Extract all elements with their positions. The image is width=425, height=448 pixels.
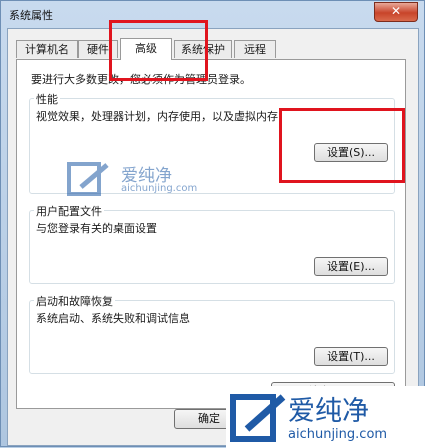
- tab-label: 计算机名: [25, 43, 69, 56]
- startup-recovery-group: 启动和故障恢复 系统启动、系统失败和调试信息 设置(T)...: [29, 293, 395, 374]
- user-profiles-desc: 与您登录有关的桌面设置: [36, 222, 157, 235]
- watermark-center: 爱纯净 aichunjing.com: [67, 161, 217, 201]
- user-profiles-title: 用户配置文件: [34, 203, 104, 219]
- watermark-center-url: aichunjing.com: [121, 183, 198, 194]
- performance-desc: 视觉效果，处理器计划，内存使用，以及虚拟内存: [36, 110, 278, 123]
- close-button[interactable]: ✕: [374, 2, 418, 22]
- startup-recovery-settings-button[interactable]: 设置(T)...: [314, 347, 388, 366]
- dialog-client-area: 计算机名 硬件 高级 系统保护 远程 要进行大多数更改，您必须作为管理员登录。 …: [7, 28, 419, 446]
- watermark-logo-icon: [67, 162, 109, 196]
- settings-button-highlight: [279, 108, 405, 183]
- user-profiles-settings-button[interactable]: 设置(E)...: [314, 257, 388, 276]
- watermark-corner: 爱纯净 aichunjing.com: [226, 386, 425, 448]
- watermark-text: 爱纯净: [288, 396, 369, 427]
- startup-recovery-title: 启动和故障恢复: [34, 293, 115, 309]
- watermark-url: aichunjing.com: [288, 427, 388, 442]
- title-bar[interactable]: 系统属性 ✕: [1, 1, 424, 27]
- tab-label: 远程: [244, 43, 266, 56]
- window-title: 系统属性: [9, 9, 53, 22]
- system-properties-window: 系统属性 ✕ 计算机名 硬件 高级 系统保护 远程 要进行大多数更改，您必须作为…: [0, 0, 425, 448]
- close-icon: ✕: [390, 4, 402, 18]
- tab-computer-name[interactable]: 计算机名: [16, 40, 78, 58]
- startup-recovery-desc: 系统启动、系统失败和调试信息: [36, 312, 190, 325]
- watermark-logo-icon: [230, 394, 286, 442]
- tab-label: 硬件: [87, 43, 109, 56]
- performance-title: 性能: [34, 91, 60, 107]
- user-profiles-group: 用户配置文件 与您登录有关的桌面设置 设置(E)...: [29, 203, 395, 284]
- advanced-tab-highlight: [109, 20, 208, 81]
- tab-remote[interactable]: 远程: [234, 40, 276, 58]
